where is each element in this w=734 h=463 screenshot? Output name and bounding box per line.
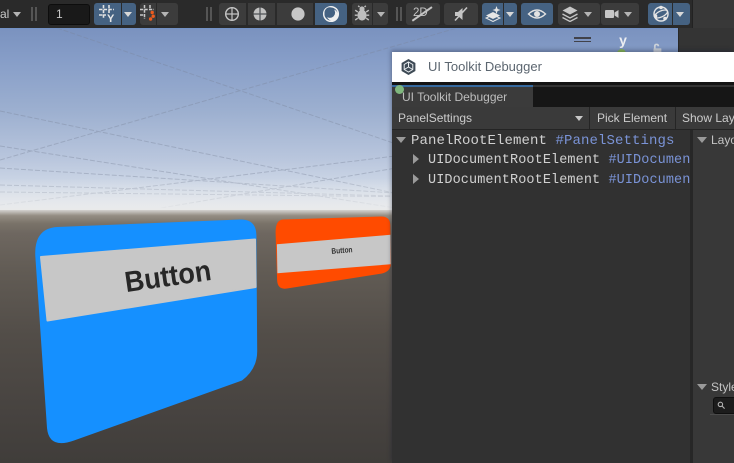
svg-text:Y: Y: [107, 13, 115, 23]
